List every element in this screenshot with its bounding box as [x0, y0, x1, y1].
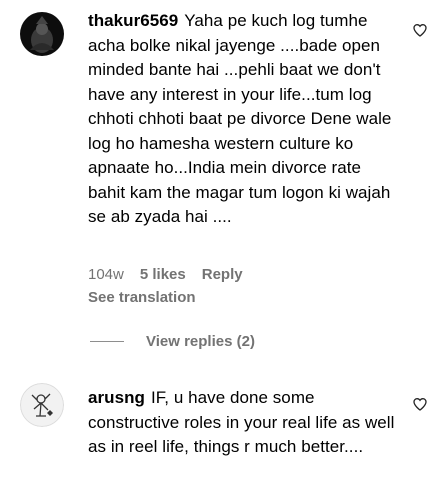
comment-time: 104w [88, 266, 124, 283]
username[interactable]: arusng [88, 388, 145, 407]
heart-icon[interactable] [412, 396, 428, 412]
likes-count[interactable]: 5 likes [140, 266, 186, 283]
replies-divider [90, 341, 124, 342]
avatar[interactable] [20, 12, 64, 56]
reply-button[interactable]: Reply [202, 266, 243, 283]
avatar[interactable] [20, 383, 64, 427]
username[interactable]: thakur6569 [88, 11, 178, 30]
view-replies-button[interactable]: View replies (2) [90, 333, 255, 350]
comment-text: arusng IF, u have done some constructive … [88, 386, 400, 460]
see-translation-link[interactable]: See translation [88, 289, 196, 306]
comment-text: thakur6569 Yaha pe kuch log tumhe acha bo… [88, 9, 400, 230]
comment-body: Yaha pe kuch log tumhe acha bolke nikal … [88, 11, 392, 226]
heart-icon[interactable] [412, 22, 428, 38]
view-replies-label: View replies (2) [146, 333, 255, 350]
